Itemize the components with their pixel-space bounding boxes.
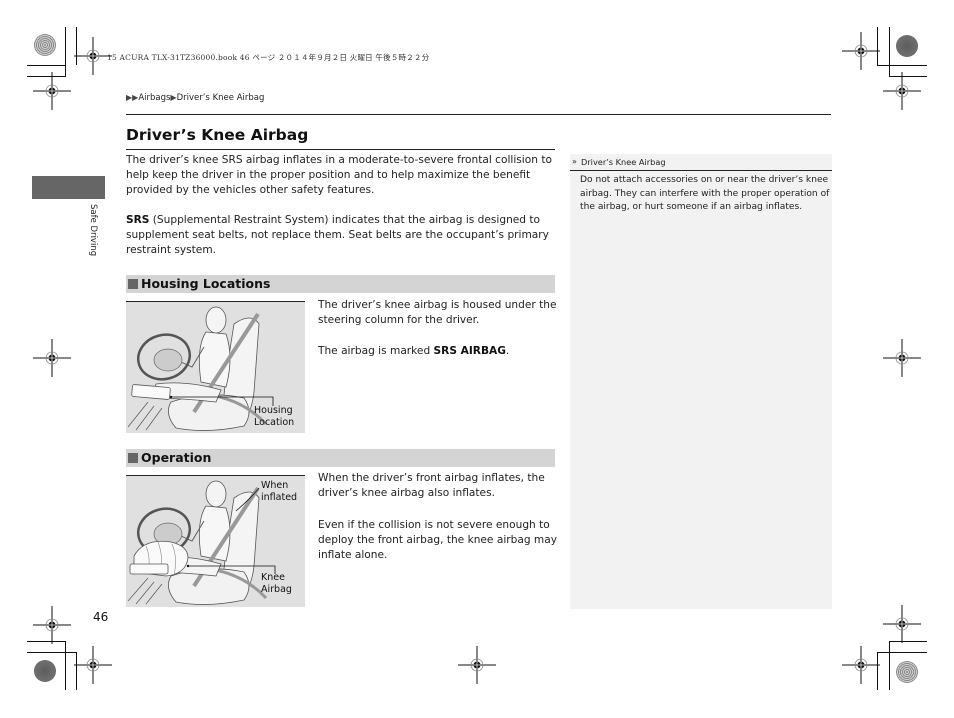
note-body: Do not attach accessories on or near the…: [580, 175, 830, 212]
crop-line: [889, 641, 890, 690]
srs-description: (Supplemental Restraint System) indicate…: [126, 214, 549, 256]
marking-paragraph: The airbag is marked SRS AIRBAG.: [318, 344, 558, 359]
section-square-icon: [128, 279, 138, 289]
housing-text: The driver’s knee airbag is housed under…: [318, 299, 557, 326]
registration-mark-bottom-center: [457, 645, 497, 685]
section-header-housing-locations: Housing Locations: [126, 275, 555, 293]
reference-double-chevron-icon: »: [572, 157, 577, 166]
breadcrumb-item-airbags[interactable]: Airbags: [138, 93, 170, 103]
crop-line: [65, 641, 66, 690]
intro-text: The driver’s knee SRS airbag inflates in…: [126, 154, 552, 196]
callout-line: Housing: [254, 405, 293, 416]
reference-note: » Driver’s Knee Airbag Do not attach acc…: [570, 154, 832, 609]
callout-line: Location: [254, 417, 295, 428]
callout-line: Airbag: [261, 584, 292, 595]
crop-line: [889, 641, 927, 642]
crop-line: [877, 27, 878, 66]
marking-suffix: .: [505, 345, 510, 357]
section-heading: Housing Locations: [141, 276, 271, 291]
section-header-operation: Operation: [126, 449, 555, 467]
operation-illustration: When inflated Knee Airbag: [126, 475, 305, 607]
color-target-top-right: [896, 35, 918, 57]
double-arrow-right-icon: ▶▶: [126, 93, 139, 102]
page-number: 46: [93, 610, 109, 624]
registration-mark-mid-left: [32, 338, 72, 378]
crop-line: [27, 641, 66, 642]
callout-line: Knee: [261, 572, 285, 583]
crop-line: [889, 76, 927, 77]
breadcrumb-item-current: Driver’s Knee Airbag: [176, 93, 265, 103]
chapter-tab-marker: [32, 176, 105, 199]
note-heading[interactable]: Driver’s Knee Airbag: [581, 157, 666, 167]
registration-mark-bottom-left-b: [73, 645, 113, 685]
crop-line: [65, 27, 66, 76]
intro-paragraph: The driver’s knee SRS airbag inflates in…: [126, 153, 558, 198]
crop-line: [889, 27, 890, 76]
section-heading: Operation: [141, 450, 212, 465]
crop-line: [27, 652, 77, 653]
crop-line: [877, 652, 927, 653]
registration-mark-top-right-a: [841, 31, 881, 71]
crop-line: [877, 65, 927, 66]
color-target-bottom-left: [34, 660, 56, 682]
operation-paragraph-2: Even if the collision is not severe enou…: [318, 518, 558, 563]
registration-mark-bottom-right-a: [841, 645, 881, 685]
when-inflated-callout: When inflated: [261, 480, 297, 504]
header-divider: [126, 114, 831, 115]
chapter-tab-label: Safe Driving: [88, 204, 98, 257]
knee-airbag-callout: Knee Airbag: [261, 572, 292, 596]
callout-line: When: [261, 480, 289, 491]
note-header: » Driver’s Knee Airbag: [570, 154, 832, 171]
srs-paragraph: SRS (Supplemental Restraint System) indi…: [126, 213, 558, 258]
callout-line: inflated: [261, 492, 298, 503]
srs-term: SRS: [126, 214, 150, 226]
registration-mark-bottom-right-b: [882, 604, 922, 644]
color-target-top-left: [34, 34, 56, 56]
print-file-header: 15 ACURA TLX-31TZ36000.book 46 ページ ２０１４年…: [107, 53, 430, 62]
title-divider: [126, 149, 555, 150]
housing-paragraph: The driver’s knee airbag is housed under…: [318, 298, 558, 328]
registration-mark-top-right-b: [882, 71, 922, 111]
breadcrumb: ▶▶Airbags▶Driver’s Knee Airbag: [126, 93, 264, 103]
crop-line: [27, 65, 66, 66]
color-target-bottom-right: [896, 661, 918, 683]
srs-airbag-label: SRS AIRBAG: [433, 345, 506, 357]
page-title: Driver’s Knee Airbag: [126, 126, 309, 144]
section-square-icon: [128, 453, 138, 463]
housing-location-illustration: Housing Location: [126, 301, 305, 433]
crop-line: [76, 652, 77, 690]
operation-text: When the driver’s front airbag inflates,…: [318, 472, 545, 499]
operation-text: Even if the collision is not severe enou…: [318, 519, 558, 561]
crop-line: [76, 27, 77, 65]
marking-text: The airbag is marked: [318, 345, 434, 357]
crop-line: [877, 652, 878, 690]
registration-mark-top-left-b: [32, 71, 72, 111]
registration-mark-mid-right: [882, 338, 922, 378]
crop-line: [27, 76, 66, 77]
registration-mark-bottom-left-a: [32, 605, 72, 645]
housing-location-callout: Housing Location: [254, 405, 294, 429]
operation-paragraph-1: When the driver’s front airbag inflates,…: [318, 471, 558, 501]
